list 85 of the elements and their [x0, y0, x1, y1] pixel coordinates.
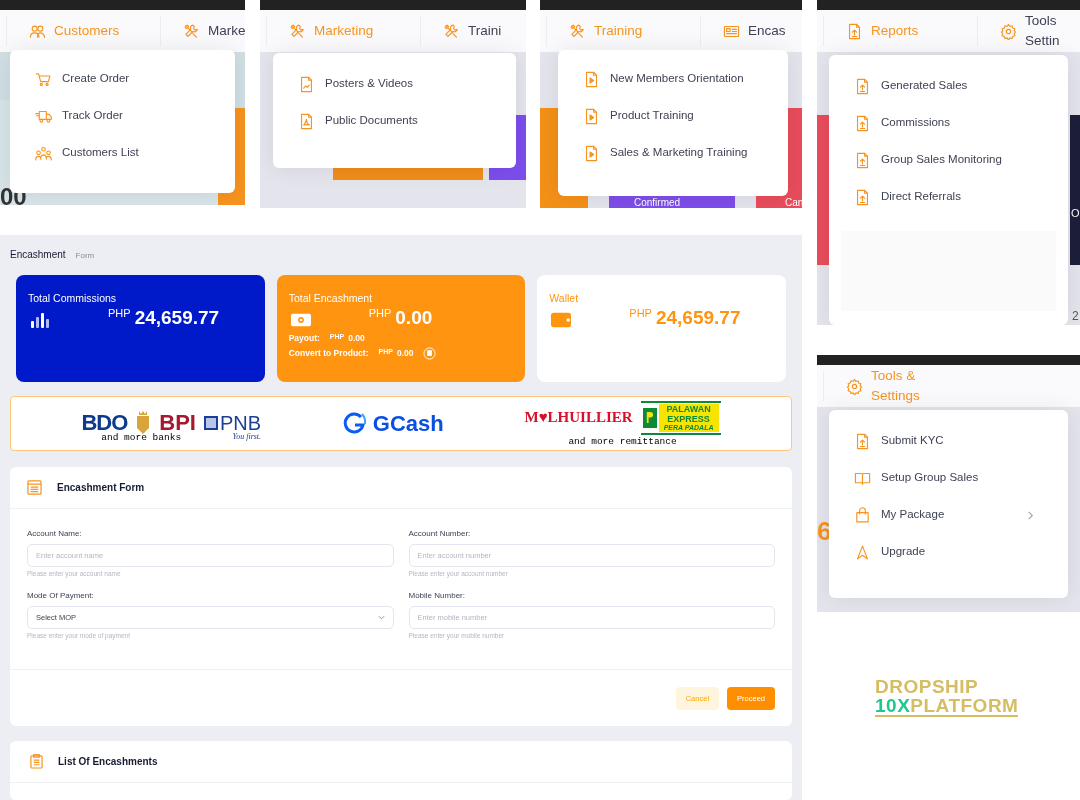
detail-amount: 0.00 [396, 346, 414, 360]
menu-item[interactable]: Sales & Marketing Training [583, 142, 775, 164]
menu-item[interactable]: Public Documents [298, 110, 503, 132]
file-upload-icon [854, 114, 871, 132]
people-group-icon [35, 144, 52, 162]
bank-emblem-icon [203, 415, 218, 430]
bank-logo: BPI [159, 411, 196, 434]
shopping-bag-icon [854, 506, 871, 524]
card-title: Total Encashment [288, 290, 374, 305]
tools-icon [443, 22, 460, 40]
remittance-note: and more remittance [568, 436, 677, 447]
settings-icon [846, 377, 863, 395]
chevron-down-icon [377, 614, 385, 622]
remittance-logo: M♥LHUILLIER [524, 410, 633, 426]
page-subtitle: Form [75, 250, 95, 262]
navigation-arrow-icon [854, 543, 871, 561]
menu-item[interactable]: Direct Referrals [854, 186, 1055, 208]
menu-item[interactable]: Submit KYC [854, 430, 1055, 452]
menu-item[interactable]: Upgrade [854, 541, 1055, 563]
menu-item[interactable]: Posters & Videos [298, 73, 503, 95]
menu-item[interactable]: Product Training [583, 105, 775, 127]
currency-label: PHP [629, 305, 652, 320]
background-text: Can [785, 198, 802, 208]
currency-label: PHP [368, 305, 392, 320]
video-file-icon [583, 70, 600, 88]
settings-icon [1000, 22, 1017, 40]
amount: 24,659.77 [134, 305, 220, 330]
chevron-right-icon [1026, 510, 1035, 520]
menu-item[interactable]: Commissions [854, 112, 1055, 134]
detail-label: Convert to Product: [288, 346, 369, 360]
field-label: Account Name: [27, 528, 83, 541]
form-icon [27, 480, 42, 496]
background-text: Confirmed [634, 198, 681, 208]
amount: 0.00 [395, 305, 433, 330]
logo-text: DROPSHIP [875, 677, 980, 696]
file-upload-icon [854, 432, 871, 450]
bank-logo: PNB [219, 412, 262, 433]
tools-icon [289, 22, 306, 40]
currency-label: PHP [108, 305, 131, 320]
pdf-file-icon [298, 112, 315, 130]
card-title: Total Commissions [28, 290, 118, 305]
detail-amount: 0.00 [348, 331, 365, 345]
remittance-name: PALAWAN EXPRESS [665, 403, 712, 424]
tools-icon [569, 22, 586, 40]
menu-item[interactable]: Group Sales Monitoring [854, 149, 1055, 171]
nav-tab[interactable]: Tools Settin [977, 16, 1080, 46]
menu-item[interactable]: Setup Group Sales [854, 467, 1055, 489]
field-label: Mobile Number: [408, 590, 466, 603]
amount: 24,659.77 [655, 305, 741, 330]
logo-text: 10X [875, 696, 911, 715]
tools-icon [183, 22, 200, 40]
menu-item[interactable]: Generated Sales [854, 75, 1055, 97]
menu-item[interactable]: Customers List [35, 142, 222, 164]
bank-tagline: You first. [232, 432, 262, 441]
video-file-icon [583, 144, 600, 162]
video-file-icon [583, 107, 600, 125]
background-text: O [1071, 208, 1080, 219]
card-title: Wallet [549, 290, 580, 305]
cart-icon [35, 70, 52, 88]
detail-label: Payout: [288, 331, 320, 345]
field-label: Mode Of Payment: [27, 590, 95, 603]
file-upload-icon [846, 22, 863, 40]
file-upload-icon [854, 77, 871, 95]
form-title: Encashment Form [57, 481, 145, 496]
copy-button[interactable] [423, 346, 437, 360]
crest-icon [135, 409, 152, 436]
banks-note: and more banks [101, 432, 182, 443]
menu-item[interactable]: My Package [854, 504, 1055, 526]
bank-logo: BDO [81, 411, 128, 434]
ewallet-logo: GCash [372, 412, 444, 435]
page-title: Encashment [10, 248, 66, 262]
logo-text: PLATFORM [910, 696, 1019, 715]
menu-item[interactable]: Create Order [35, 68, 222, 90]
bar-chart-icon [30, 311, 50, 328]
field-label: Account Number: [408, 528, 472, 541]
background-text: 2 [1072, 310, 1079, 322]
file-upload-icon [854, 151, 871, 169]
clipboard-icon [30, 754, 43, 770]
banknote-icon [290, 311, 311, 328]
wallet-icon [551, 311, 572, 328]
image-file-icon [298, 75, 315, 93]
file-upload-icon [854, 188, 871, 206]
menu-item[interactable]: Track Order [35, 105, 222, 127]
menu-item[interactable]: New Members Orientation [583, 68, 775, 90]
list-title: List Of Encashments [58, 755, 158, 770]
